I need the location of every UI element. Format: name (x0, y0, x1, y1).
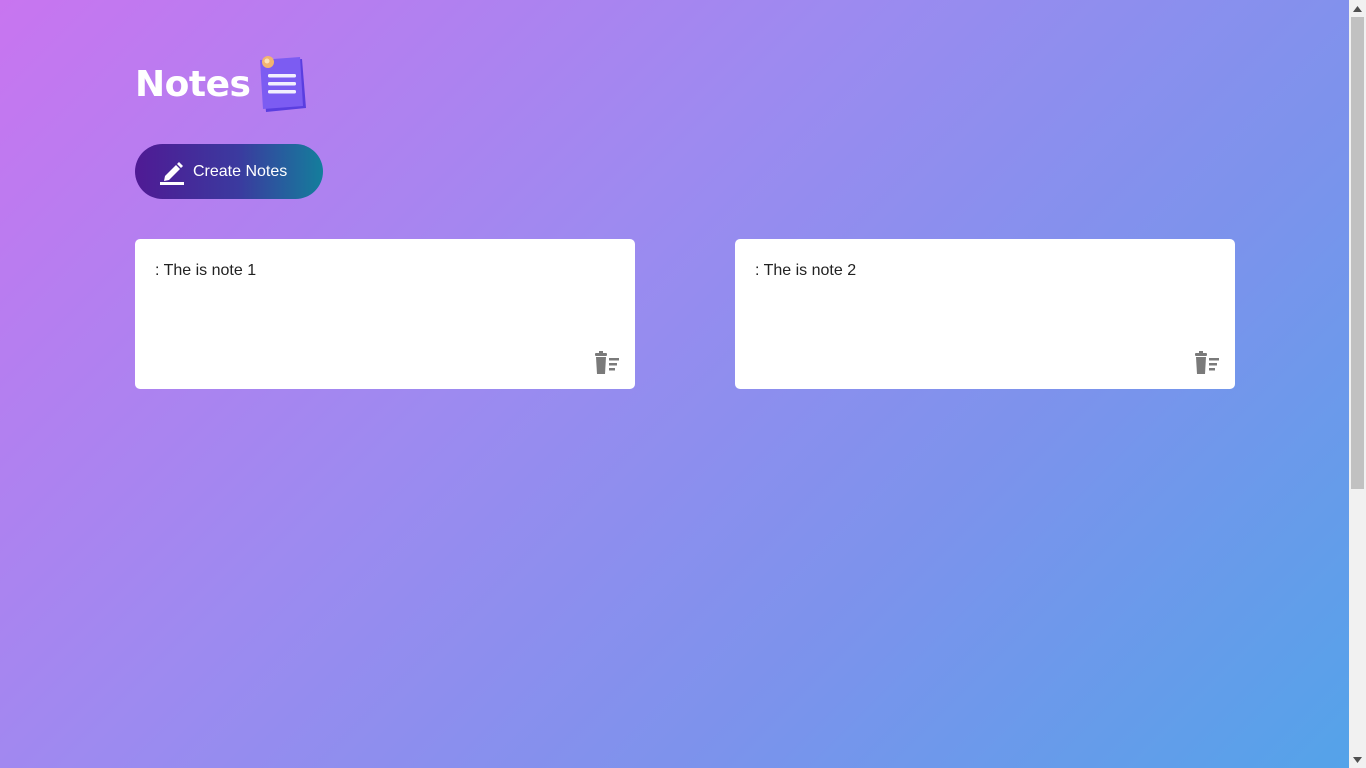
page-title: Notes (135, 64, 251, 105)
trash-icon[interactable] (1193, 351, 1221, 375)
scroll-up-arrow[interactable] (1349, 0, 1366, 17)
vertical-scrollbar[interactable] (1349, 0, 1366, 768)
create-notes-label: Create Notes (193, 162, 288, 180)
trash-icon[interactable] (593, 351, 621, 375)
create-notes-button[interactable]: Create Notes (135, 144, 323, 199)
notes-logo-icon (260, 56, 307, 112)
note-card[interactable]: : The is note 1 (135, 239, 635, 389)
app-background: Notes Create Notes : The is note 1: The… (0, 0, 1349, 768)
header: Notes (135, 54, 308, 116)
note-text: : The is note 2 (755, 262, 857, 279)
note-card[interactable]: : The is note 2 (735, 239, 1235, 389)
scroll-thumb[interactable] (1351, 17, 1364, 489)
note-text: : The is note 1 (155, 262, 257, 279)
pen-icon (160, 161, 184, 185)
scroll-down-arrow[interactable] (1349, 751, 1366, 768)
